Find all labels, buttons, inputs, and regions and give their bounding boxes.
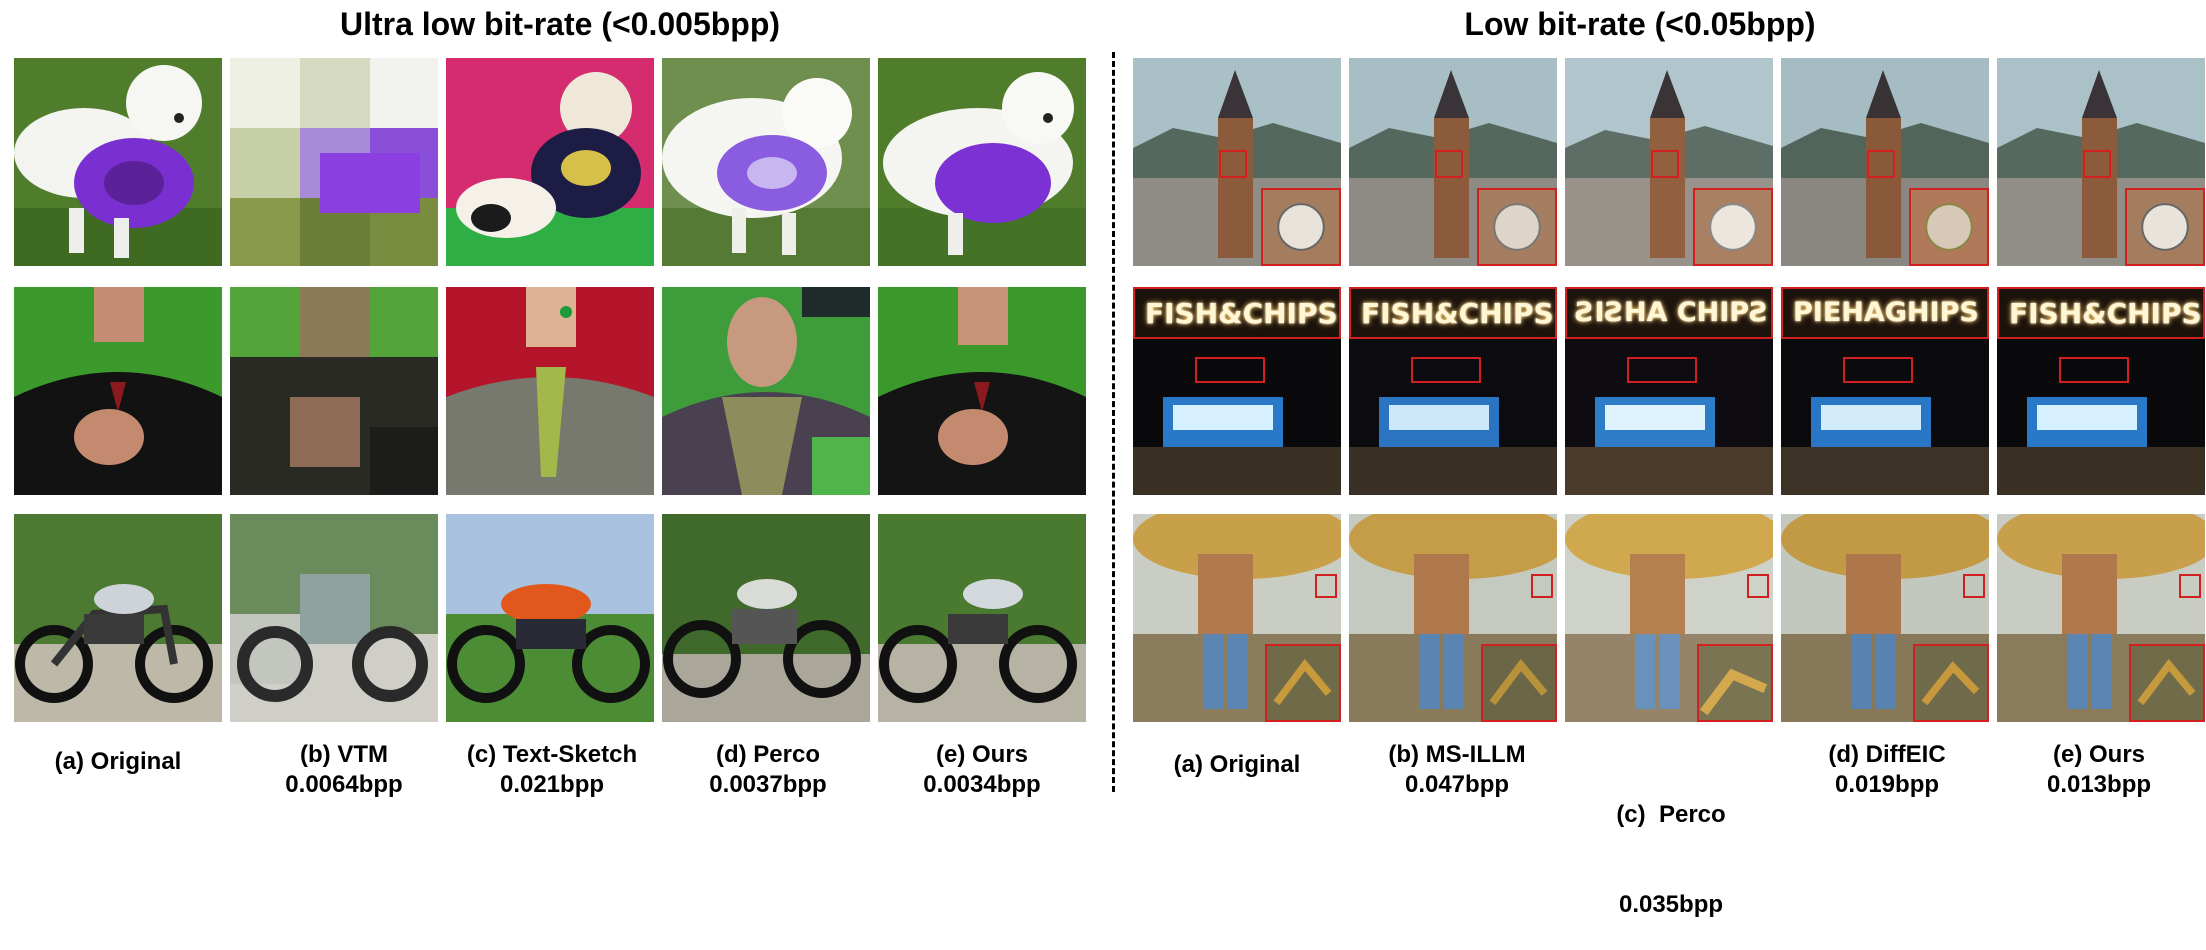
left-dog-original-image — [14, 58, 222, 266]
caption-label: (b) VTM — [300, 741, 388, 768]
left-dog-ours-image — [878, 58, 1086, 266]
zoom-inset — [1693, 188, 1773, 266]
zoom-region-box — [1435, 150, 1463, 178]
left-man-textsketch-image — [446, 287, 654, 495]
caption-label: (d) Perco — [715, 741, 820, 768]
right-tower-ours-image — [1997, 58, 2205, 266]
zoom-region-box — [1315, 574, 1337, 598]
sign-text: FISH&CHIPS — [1361, 297, 1554, 330]
caption-bpp: 0.021bpp — [499, 771, 605, 798]
zoom-region-box — [1747, 574, 1769, 598]
caption-right-perco: (c) Perco 0.035bpp — [1561, 740, 1781, 950]
sign-region-box — [1195, 357, 1265, 383]
caption-label: (e) Ours — [2052, 741, 2145, 768]
sign-text: PIEHAGHIPS — [1793, 297, 1979, 328]
zoom-region-box — [1531, 574, 1553, 598]
zoom-region-box — [2179, 574, 2201, 598]
right-tree-perco-image — [1565, 514, 1773, 722]
caption-label: (a) Original — [54, 748, 182, 775]
right-panel-title: Low bit-rate (<0.05bpp) — [1464, 6, 1816, 42]
zoom-inset — [1265, 644, 1341, 722]
caption-bpp: 0.035bpp — [1618, 891, 1724, 918]
caption-bpp: 0.0037bpp — [709, 771, 827, 798]
zoom-inset — [1913, 644, 1989, 722]
zoom-region-box — [1867, 150, 1895, 178]
sign-region-box — [1843, 357, 1913, 383]
left-panel-title: Ultra low bit-rate (<0.005bpp) — [339, 6, 781, 42]
right-tower-msillm-image — [1349, 58, 1557, 266]
right-tower-diffeic-image — [1781, 58, 1989, 266]
caption-bpp: 0.019bpp — [1834, 771, 1940, 798]
left-moto-perco-image — [662, 514, 870, 722]
caption-left-perco: (d) Perco 0.0037bpp — [658, 740, 878, 800]
left-man-ours-image — [878, 287, 1086, 495]
caption-left-ours: (e) Ours 0.0034bpp — [872, 740, 1092, 800]
left-dog-vtm-image — [230, 58, 438, 266]
left-man-vtm-image — [230, 287, 438, 495]
zoom-inset — [2125, 188, 2205, 266]
caption-bpp: 0.047bpp — [1404, 771, 1510, 798]
sign-text: FISH&CHIPS — [2009, 297, 2202, 330]
right-fish-diffeic-image: PIEHAGHIPS — [1781, 287, 1989, 495]
caption-label: (e) Ours — [935, 741, 1028, 768]
caption-label: (c) Text-Sketch — [466, 741, 638, 768]
caption-bpp: 0.0034bpp — [923, 771, 1041, 798]
caption-right-original: (a) Original — [1127, 750, 1347, 780]
left-moto-ours-image — [878, 514, 1086, 722]
left-man-original-image — [14, 287, 222, 495]
right-fish-perco-image: ƧIƧHA CHIPƧ — [1565, 287, 1773, 495]
caption-left-textsketch: (c) Text-Sketch 0.021bpp — [442, 740, 662, 800]
left-dog-perco-image — [662, 58, 870, 266]
right-tree-msillm-image — [1349, 514, 1557, 722]
caption-right-diffeic: (d) DiffEIC 0.019bpp — [1777, 740, 1997, 800]
zoom-region-box — [1219, 150, 1247, 178]
left-man-perco-image — [662, 287, 870, 495]
sign-zoom-inset: PIEHAGHIPS — [1781, 287, 1989, 339]
zoom-inset — [1477, 188, 1557, 266]
zoom-inset — [1909, 188, 1989, 266]
caption-right-ours: (e) Ours 0.013bpp — [1989, 740, 2206, 800]
left-moto-original-image — [14, 514, 222, 722]
right-tower-perco-image — [1565, 58, 1773, 266]
sign-region-box — [1627, 357, 1697, 383]
sign-zoom-inset: FISH&CHIPS — [1997, 287, 2205, 339]
zoom-region-box — [1651, 150, 1679, 178]
left-moto-vtm-image — [230, 514, 438, 722]
zoom-inset — [1697, 644, 1773, 722]
right-tree-ours-image — [1997, 514, 2205, 722]
right-tower-original-image — [1133, 58, 1341, 266]
sign-zoom-inset: ƧIƧHA CHIPƧ — [1565, 287, 1773, 339]
caption-label: (a) Original — [1173, 751, 1301, 778]
left-dog-textsketch-image — [446, 58, 654, 266]
caption-bpp: 0.0064bpp — [285, 771, 403, 798]
sign-region-box — [1411, 357, 1481, 383]
zoom-inset — [1481, 644, 1557, 722]
sign-zoom-inset: FISH&CHIPS — [1349, 287, 1557, 339]
zoom-region-box — [1963, 574, 1985, 598]
zoom-inset — [2129, 644, 2205, 722]
sign-zoom-inset: FISH&CHIPS — [1133, 287, 1341, 339]
caption-right-msillm: (b) MS-ILLM 0.047bpp — [1347, 740, 1567, 800]
right-fish-ours-image: FISH&CHIPS — [1997, 287, 2205, 495]
caption-left-vtm: (b) VTM 0.0064bpp — [234, 740, 454, 800]
right-fish-msillm-image: FISH&CHIPS — [1349, 287, 1557, 495]
right-tree-original-image — [1133, 514, 1341, 722]
right-fish-original-image: FISH&CHIPS — [1133, 287, 1341, 495]
sign-text: FISH&CHIPS — [1145, 297, 1338, 330]
zoom-inset — [1261, 188, 1341, 266]
sign-text: ƧIƧHA CHIPƧ — [1575, 297, 1769, 328]
caption-label: (d) DiffEIC — [1828, 741, 1946, 768]
right-tree-diffeic-image — [1781, 514, 1989, 722]
left-moto-textsketch-image — [446, 514, 654, 722]
caption-left-original: (a) Original — [8, 747, 228, 777]
dashed-divider — [1112, 52, 1115, 792]
sign-region-box — [2059, 357, 2129, 383]
caption-label: (b) MS-ILLM — [1388, 741, 1526, 768]
caption-bpp: 0.013bpp — [2046, 771, 2152, 798]
zoom-region-box — [2083, 150, 2111, 178]
